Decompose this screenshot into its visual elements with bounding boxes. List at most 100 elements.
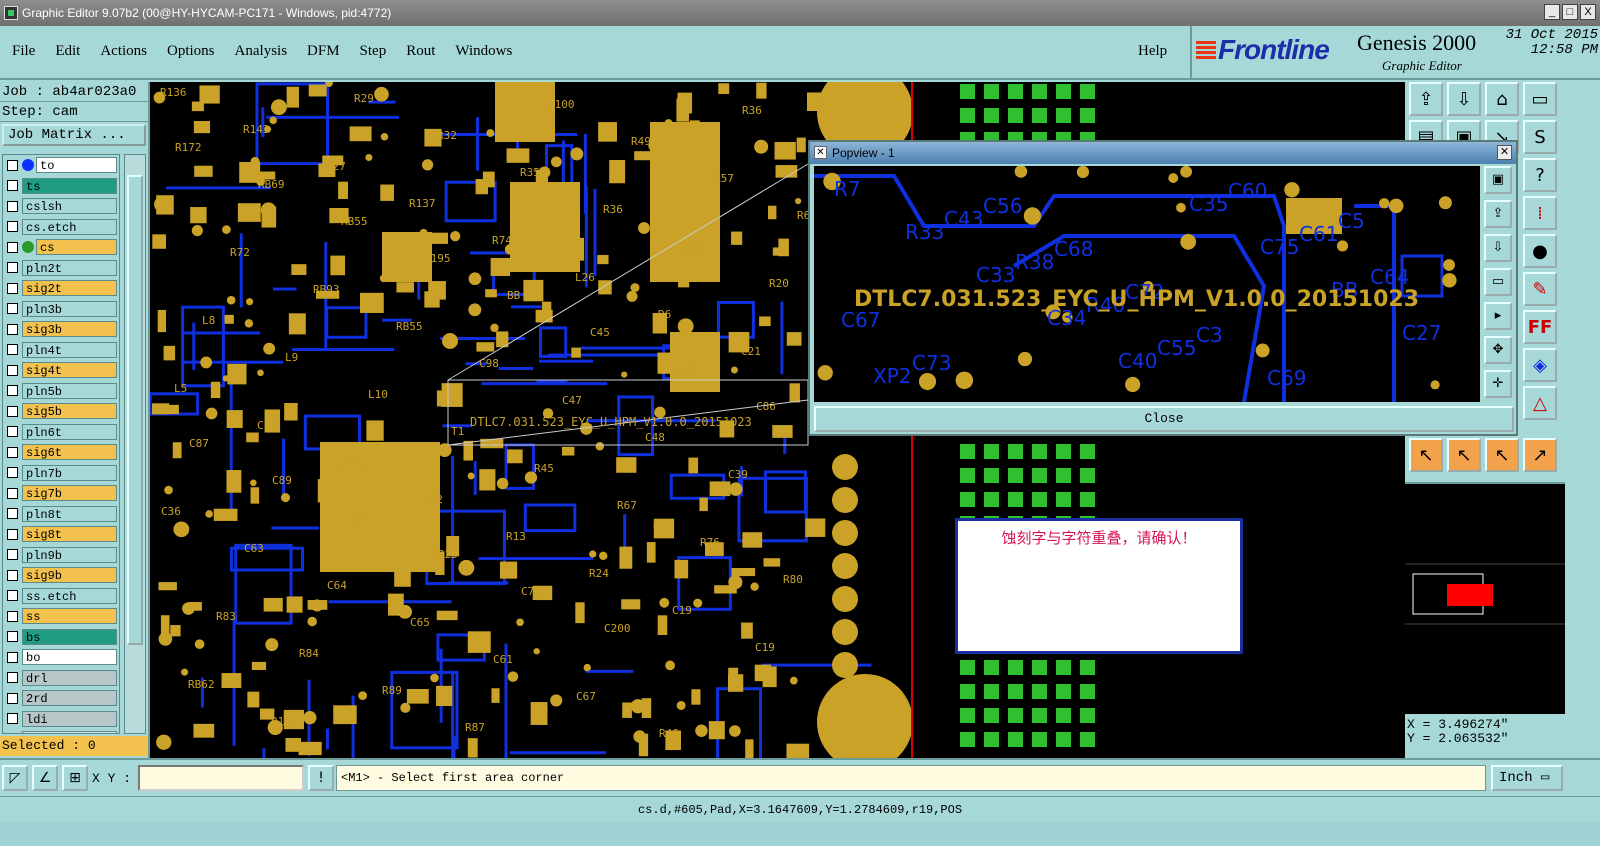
xy-input[interactable]: [138, 765, 304, 791]
select-box-icon[interactable]: ↖: [1447, 438, 1481, 472]
tool-record-icon[interactable]: ●: [1523, 234, 1557, 268]
pv-pan-icon[interactable]: ▸: [1484, 302, 1512, 330]
layer-checkbox[interactable]: [7, 467, 18, 479]
layer-row-sig6t[interactable]: sig6t: [3, 442, 119, 463]
layer-checkbox[interactable]: [7, 180, 18, 192]
snap-icon[interactable]: ◸: [2, 765, 28, 791]
job-matrix-button[interactable]: Job Matrix ...: [2, 124, 146, 146]
layer-name[interactable]: sig3b: [22, 321, 117, 338]
layer-checkbox[interactable]: [7, 385, 18, 397]
layer-name[interactable]: pln6t: [22, 423, 117, 440]
tool-ff-icon[interactable]: FF: [1523, 310, 1557, 344]
layer-row-cs.etch[interactable]: cs.etch: [3, 217, 119, 238]
tool-help-icon[interactable]: ?: [1523, 158, 1557, 192]
layer-row-sig2t[interactable]: sig2t: [3, 278, 119, 299]
tool-s-icon[interactable]: S: [1523, 120, 1557, 154]
layer-checkbox[interactable]: [7, 159, 18, 171]
angle-icon[interactable]: ∠: [32, 765, 58, 791]
popview-close-button[interactable]: Close: [814, 406, 1514, 432]
layer-checkbox[interactable]: [7, 528, 18, 540]
layer-name[interactable]: pln4t: [22, 341, 117, 358]
pv-center-icon[interactable]: ✛: [1484, 370, 1512, 398]
layer-name[interactable]: pln2t: [22, 259, 117, 276]
layer-row-bs[interactable]: bs: [3, 627, 119, 648]
layer-name[interactable]: 2rd: [22, 690, 117, 707]
layer-row-pln4t[interactable]: pln4t: [3, 340, 119, 361]
layer-name[interactable]: pln8t: [22, 505, 117, 522]
layer-row-sig7b[interactable]: sig7b: [3, 483, 119, 504]
layer-row-rout[interactable]: rout: [3, 729, 119, 733]
overview-map[interactable]: [1405, 482, 1565, 714]
layer-name[interactable]: pln3b: [22, 300, 117, 317]
popview-viewport[interactable]: R7 R33 C33 C34 C40 C35 C75 BB C27 XP2 C43 R38 R40 C55…: [814, 166, 1480, 402]
layer-row-to[interactable]: to: [3, 155, 119, 176]
select-arrow-icon[interactable]: ↖: [1409, 438, 1443, 472]
minimize-button[interactable]: _: [1544, 4, 1560, 20]
layer-checkbox[interactable]: [7, 672, 18, 684]
layer-checkbox[interactable]: [7, 426, 18, 438]
menu-analysis[interactable]: Analysis: [235, 43, 288, 60]
tool-traffic-icon[interactable]: ⁞: [1523, 196, 1557, 230]
layer-row-sig5b[interactable]: sig5b: [3, 401, 119, 422]
layer-name[interactable]: bo: [22, 649, 117, 666]
layer-name[interactable]: pln5b: [22, 382, 117, 399]
menu-step[interactable]: Step: [360, 43, 387, 60]
layer-checkbox[interactable]: [7, 241, 18, 253]
layer-checkbox[interactable]: [7, 631, 18, 643]
layer-name[interactable]: sig2t: [22, 280, 117, 297]
layer-row-cs[interactable]: cs: [3, 237, 119, 258]
menu-edit[interactable]: Edit: [55, 43, 80, 60]
scroll-thumb[interactable]: [127, 175, 143, 645]
layer-row-sig4t[interactable]: sig4t: [3, 360, 119, 381]
layer-checkbox[interactable]: [7, 323, 18, 335]
layer-checkbox[interactable]: [7, 610, 18, 622]
pv-zoom-icon[interactable]: ▣: [1484, 166, 1512, 194]
unit-selector[interactable]: Inch ▭: [1491, 765, 1563, 791]
layer-checkbox[interactable]: [7, 651, 18, 663]
layer-row-pln3b[interactable]: pln3b: [3, 299, 119, 320]
menu-rout[interactable]: Rout: [406, 43, 435, 60]
layer-checkbox[interactable]: [7, 590, 18, 602]
layer-row-sig8t[interactable]: sig8t: [3, 524, 119, 545]
layer-row-pln5b[interactable]: pln5b: [3, 381, 119, 402]
layer-name[interactable]: drl: [22, 669, 117, 686]
layer-checkbox[interactable]: [7, 487, 18, 499]
layer-scrollbar[interactable]: [124, 154, 146, 734]
select-net-icon[interactable]: ↗: [1523, 438, 1557, 472]
layer-checkbox[interactable]: [7, 344, 18, 356]
menu-windows[interactable]: Windows: [455, 43, 512, 60]
popview-close-icon[interactable]: ✕: [1497, 145, 1512, 160]
menu-actions[interactable]: Actions: [100, 43, 147, 60]
layer-row-pln8t[interactable]: pln8t: [3, 504, 119, 525]
menu-dfm[interactable]: DFM: [307, 43, 340, 60]
layer-checkbox[interactable]: [7, 549, 18, 561]
layer-row-pln6t[interactable]: pln6t: [3, 422, 119, 443]
tool-xy-icon[interactable]: ▭: [1523, 82, 1557, 116]
layer-row-bo[interactable]: bo: [3, 647, 119, 668]
layer-checkbox[interactable]: [7, 692, 18, 704]
layer-checkbox[interactable]: [7, 508, 18, 520]
layer-name[interactable]: cs: [36, 239, 117, 256]
tool-open-icon[interactable]: ⇪: [1409, 82, 1443, 116]
tool-home-icon[interactable]: ⌂: [1485, 82, 1519, 116]
pv-zoom-out-icon[interactable]: ⇩: [1484, 234, 1512, 262]
layer-row-sig3b[interactable]: sig3b: [3, 319, 119, 340]
layer-row-2rd[interactable]: 2rd: [3, 688, 119, 709]
layer-name[interactable]: cslsh: [22, 198, 117, 215]
layer-row-ss[interactable]: ss: [3, 606, 119, 627]
tool-shapes-icon[interactable]: ◈: [1523, 348, 1557, 382]
layer-checkbox[interactable]: [7, 569, 18, 581]
layer-row-sig9b[interactable]: sig9b: [3, 565, 119, 586]
alert-icon[interactable]: !: [308, 765, 334, 791]
menu-file[interactable]: File: [12, 43, 35, 60]
layer-checkbox[interactable]: [7, 405, 18, 417]
layer-row-drl[interactable]: drl: [3, 668, 119, 689]
layer-name[interactable]: pln9b: [22, 546, 117, 563]
layer-row-pln2t[interactable]: pln2t: [3, 258, 119, 279]
menu-options[interactable]: Options: [167, 43, 215, 60]
layer-checkbox[interactable]: [7, 282, 18, 294]
layer-row-ts[interactable]: ts: [3, 176, 119, 197]
layer-name[interactable]: sig4t: [22, 362, 117, 379]
layer-row-pln7b[interactable]: pln7b: [3, 463, 119, 484]
pv-move-icon[interactable]: ✥: [1484, 336, 1512, 364]
